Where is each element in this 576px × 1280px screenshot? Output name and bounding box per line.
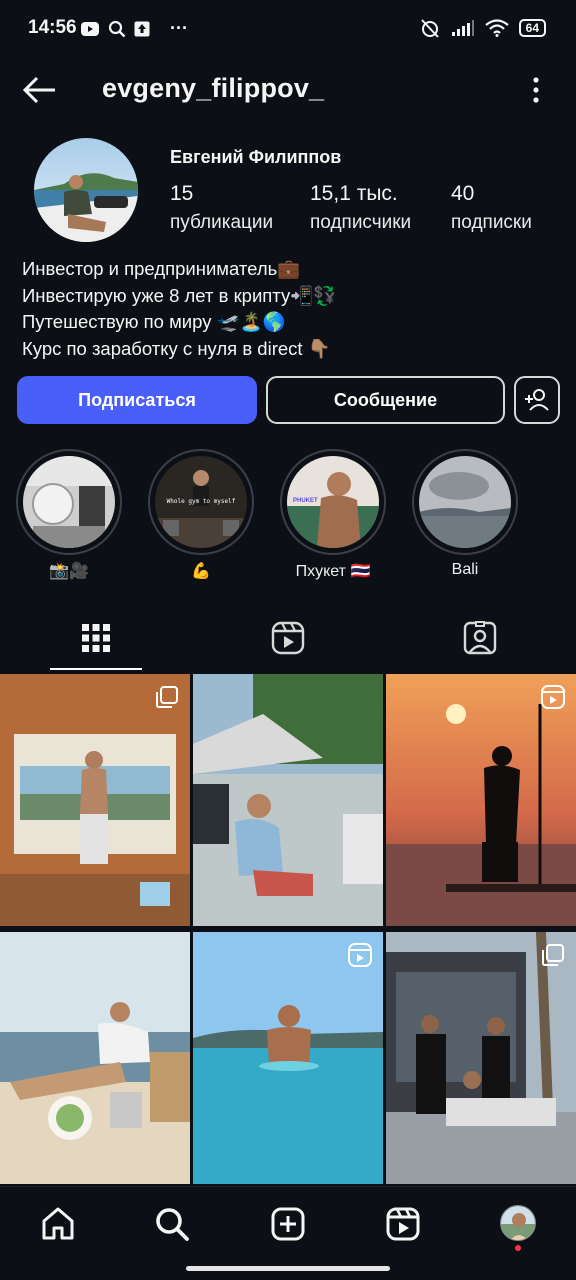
highlight-ring bbox=[412, 449, 518, 555]
follow-button[interactable]: Подписаться bbox=[17, 376, 257, 424]
highlight-image-text: Whole gym to myself bbox=[166, 498, 236, 505]
profile-bio: Инвестор и предприниматель💼 Инвестирую у… bbox=[22, 256, 336, 362]
grid-post[interactable] bbox=[386, 932, 576, 1184]
highlight-label: 💪 bbox=[191, 563, 211, 580]
highlight-image-text: PHUKET bbox=[293, 498, 318, 504]
stat-posts[interactable]: 15 публикации bbox=[170, 182, 273, 234]
bio-line: Инвестор и предприниматель💼 bbox=[22, 258, 301, 279]
alarm-muted-icon bbox=[420, 19, 439, 38]
grid-post[interactable] bbox=[0, 932, 190, 1184]
highlight-item[interactable]: PHUKET Пхукет 🇹🇭 bbox=[280, 449, 386, 581]
highlight-label: Bali bbox=[451, 561, 479, 578]
grid-post[interactable] bbox=[386, 674, 576, 926]
highlight-item[interactable]: 📸🎥 bbox=[16, 449, 122, 581]
highlight-label: 📸🎥 bbox=[49, 563, 89, 580]
highlight-ring: Whole gym to myself bbox=[148, 449, 254, 555]
profile-full-name: Евгений Филиппов bbox=[170, 147, 342, 167]
search-icon[interactable] bbox=[153, 1205, 191, 1243]
highlight-ring: PHUKET bbox=[280, 449, 386, 555]
bio-line: Инвестирую уже 8 лет в крипту📲💱 bbox=[22, 284, 337, 306]
status-time: 14:56 bbox=[28, 17, 77, 38]
tagged-icon[interactable] bbox=[460, 618, 500, 658]
grid-icon[interactable] bbox=[76, 618, 116, 658]
bottom-navigation bbox=[0, 1186, 576, 1280]
grid-post[interactable] bbox=[193, 932, 383, 1184]
carousel-icon bbox=[156, 686, 178, 708]
status-more-indicator: ··· bbox=[170, 18, 188, 38]
message-button[interactable]: Сообщение bbox=[266, 376, 505, 424]
bio-line: Путешествую по миру 🛫🏝️🌎 bbox=[22, 311, 286, 332]
signal-icon bbox=[451, 20, 474, 36]
profile-header: evgeny_filippov_ bbox=[0, 56, 576, 124]
stat-followers[interactable]: 15,1 тыс. подписчики bbox=[310, 182, 411, 234]
highlight-item[interactable]: Whole gym to myself 💪 bbox=[148, 449, 254, 581]
highlight-label: Пхукет 🇹🇭 bbox=[295, 563, 371, 580]
search-icon bbox=[108, 20, 126, 37]
create-icon[interactable] bbox=[269, 1205, 307, 1243]
profile-tabs bbox=[0, 610, 576, 672]
person-plus-icon bbox=[525, 389, 549, 411]
highlight-item[interactable]: Bali bbox=[412, 449, 518, 579]
gesture-home-bar[interactable] bbox=[186, 1266, 390, 1271]
carousel-icon bbox=[542, 944, 564, 966]
reels-icon[interactable] bbox=[384, 1205, 422, 1243]
stat-following-label: подписки bbox=[451, 212, 532, 233]
stat-followers-label: подписчики bbox=[310, 212, 412, 233]
posts-grid bbox=[0, 674, 576, 1186]
grid-post[interactable] bbox=[0, 674, 190, 926]
reel-badge-icon bbox=[541, 685, 565, 709]
grid-post[interactable] bbox=[193, 674, 383, 926]
highlight-cover bbox=[419, 456, 511, 548]
status-bar: 14:56 ··· 64 bbox=[0, 0, 576, 56]
active-tab-indicator bbox=[50, 668, 142, 670]
reel-badge-icon bbox=[348, 943, 372, 967]
home-icon[interactable] bbox=[39, 1205, 77, 1243]
profile-username: evgeny_filippov_ bbox=[102, 73, 325, 103]
highlight-cover bbox=[23, 456, 115, 548]
highlight-cover: Whole gym to myself bbox=[155, 456, 247, 548]
profile-avatar[interactable] bbox=[500, 1205, 536, 1241]
status-system-icons: 64 bbox=[419, 17, 546, 39]
upload-icon bbox=[134, 21, 150, 36]
add-friend-button[interactable] bbox=[514, 376, 560, 424]
stat-posts-count: 15 bbox=[170, 182, 194, 205]
stat-followers-count: 15,1 тыс. bbox=[310, 182, 398, 205]
stat-posts-label: публикации bbox=[170, 212, 274, 233]
highlight-ring bbox=[16, 449, 122, 555]
highlight-cover: PHUKET bbox=[287, 456, 379, 548]
vertical-dots-icon[interactable] bbox=[526, 76, 546, 104]
youtube-icon bbox=[81, 21, 99, 36]
status-notification-icons: ··· bbox=[80, 18, 188, 39]
notification-dot bbox=[515, 1245, 521, 1251]
stat-following-count: 40 bbox=[451, 182, 475, 205]
arrow-left-icon[interactable] bbox=[20, 72, 60, 108]
bio-line: Курс по заработку с нуля в direct 👇🏽 bbox=[22, 337, 331, 359]
stat-following[interactable]: 40 подписки bbox=[451, 182, 532, 234]
battery-indicator: 64 bbox=[518, 19, 546, 37]
profile-avatar[interactable] bbox=[34, 138, 138, 242]
wifi-icon bbox=[484, 19, 509, 37]
reels-icon[interactable] bbox=[268, 618, 308, 658]
